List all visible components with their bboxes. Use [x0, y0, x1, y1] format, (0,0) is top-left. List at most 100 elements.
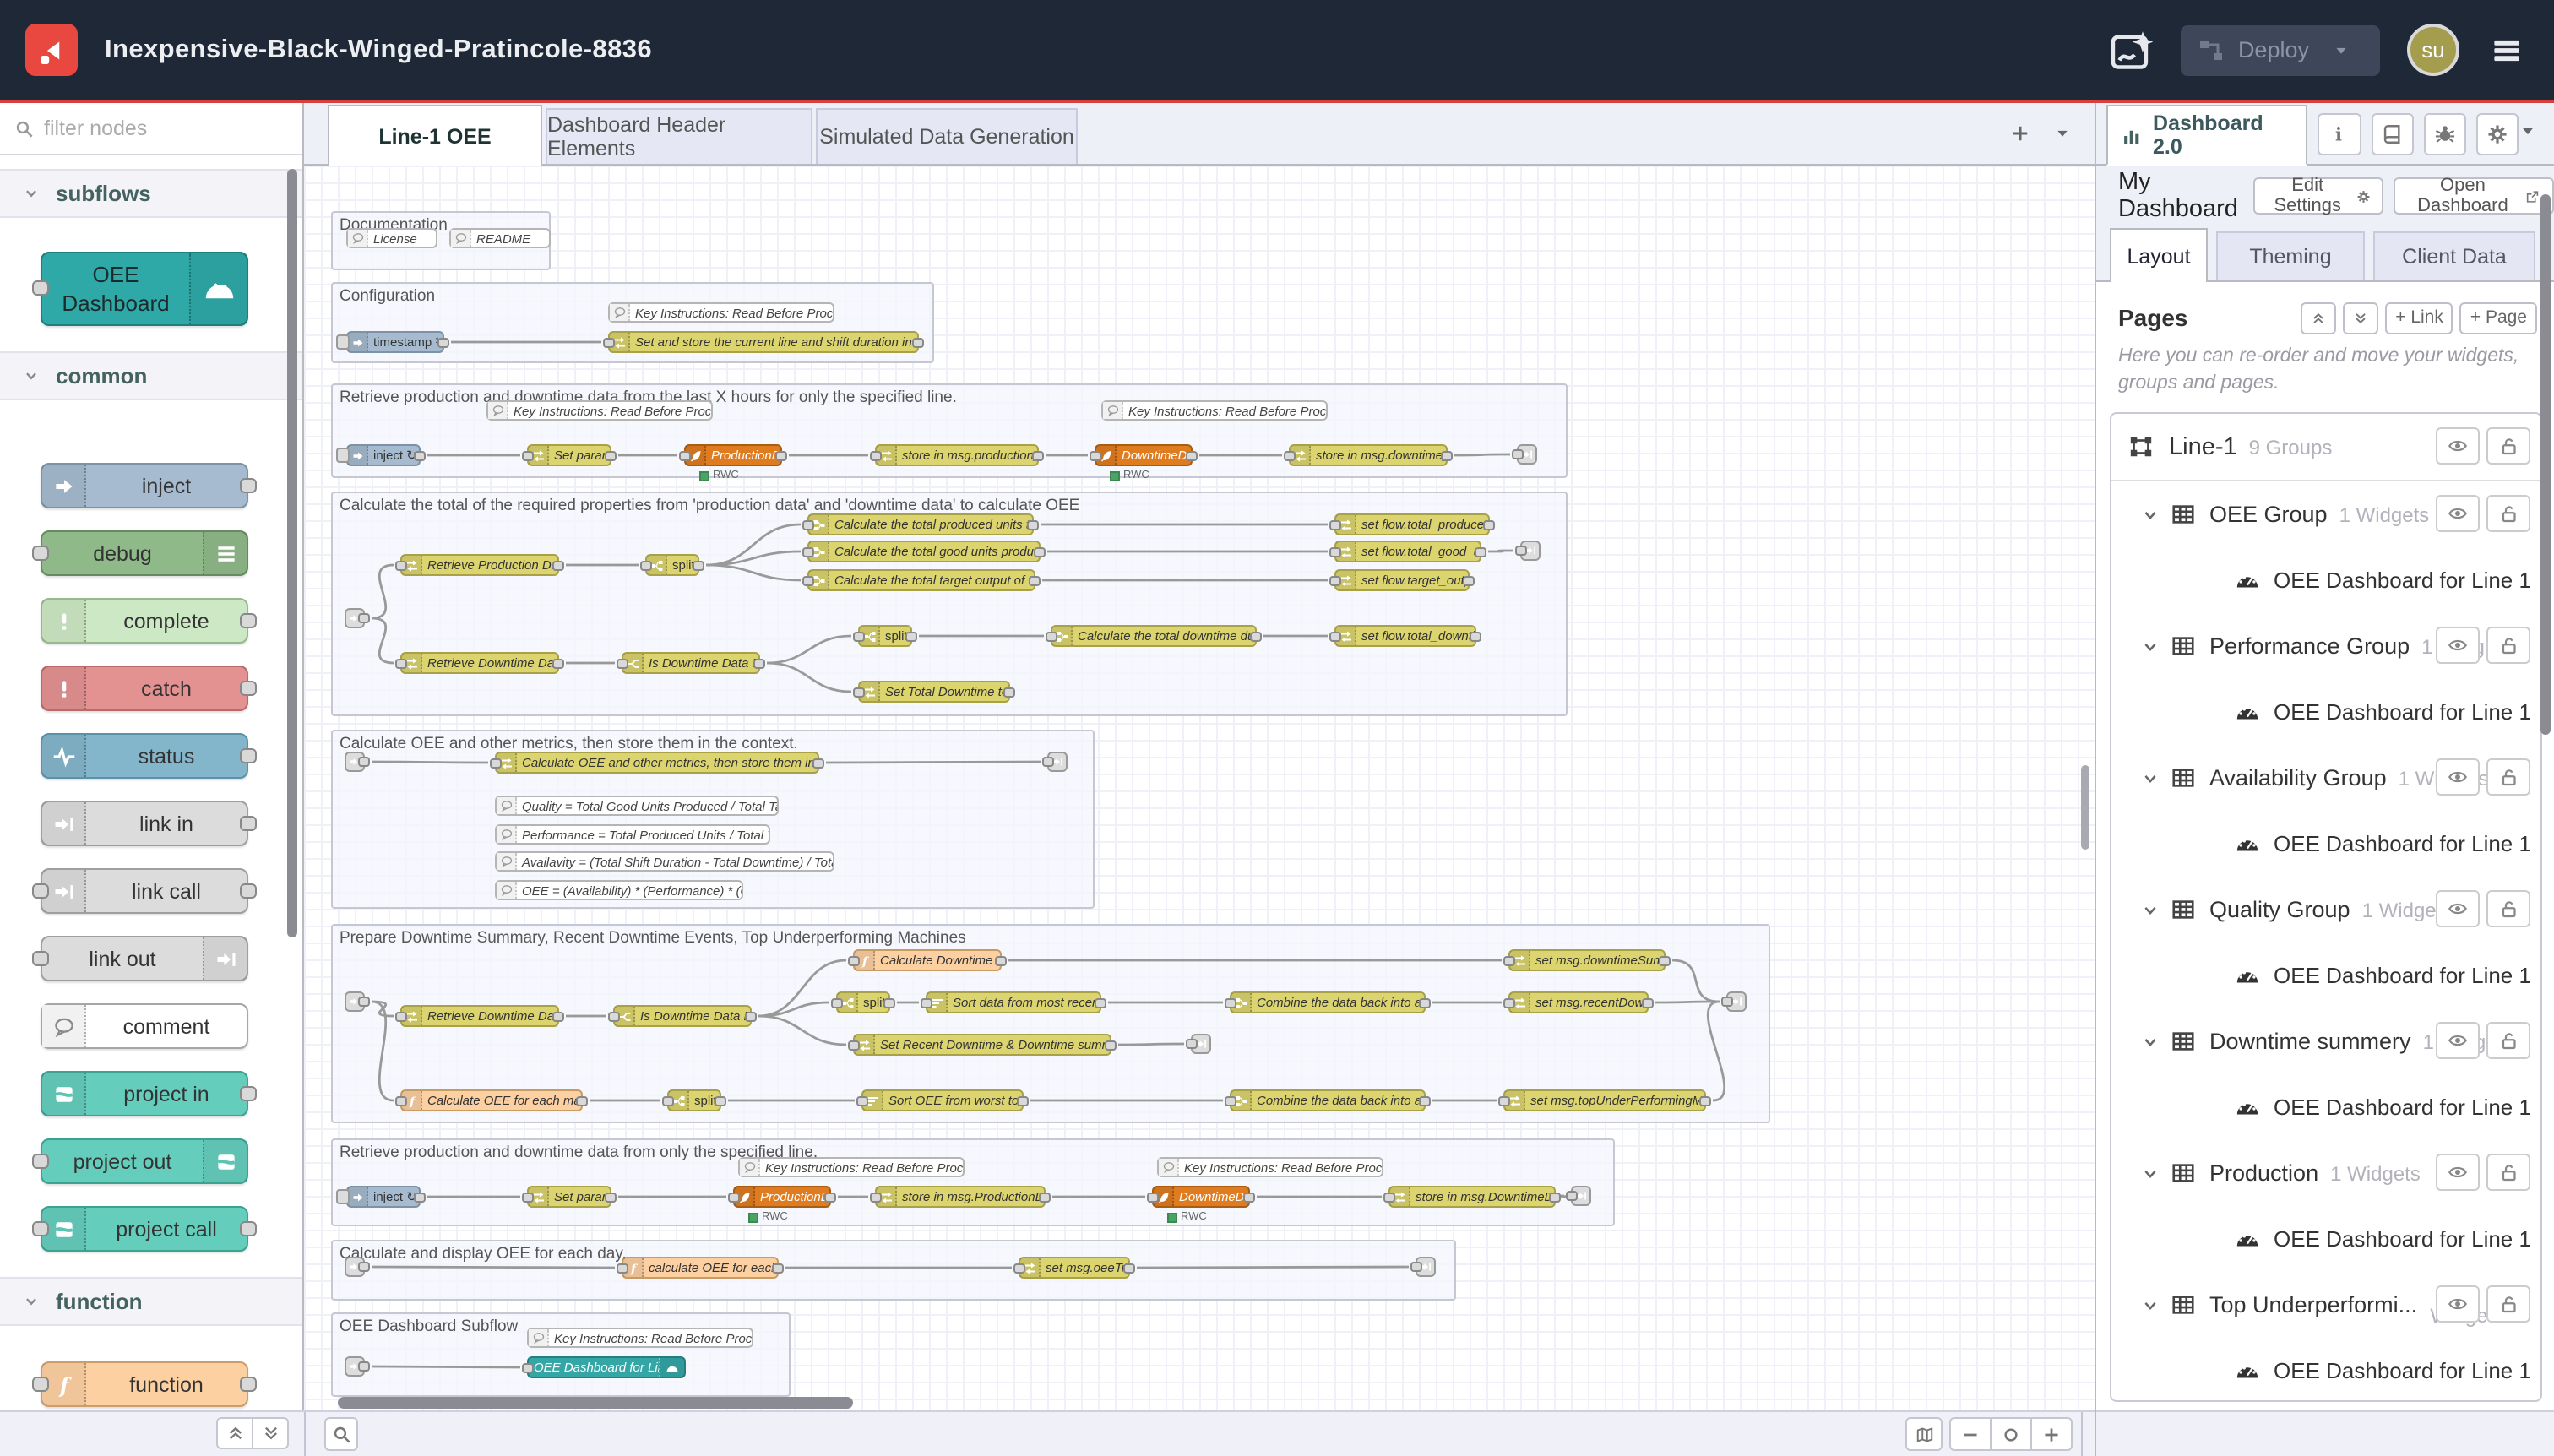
flow-node-dbfunc[interactable]: ProductionDataRWC — [733, 1186, 831, 1208]
node-output-port[interactable] — [1017, 1095, 1029, 1106]
node-input-port[interactable] — [1410, 1262, 1422, 1272]
deploy-caret-icon[interactable] — [2333, 41, 2350, 58]
node-output-port[interactable] — [1027, 519, 1039, 530]
sidebar-scrollbar[interactable] — [2540, 194, 2551, 735]
widget-row[interactable]: OEE Dashboard for Line 1 — [2111, 1074, 2540, 1140]
canvas-horizontal-scrollbar[interactable] — [338, 1397, 853, 1409]
flow-node-change[interactable]: set msg.recentDowntime — [1508, 991, 1649, 1013]
flow-node-function[interactable]: calculate OEE for each day — [622, 1257, 779, 1279]
chevron-down-icon[interactable] — [2142, 1033, 2159, 1050]
node-output-port[interactable] — [1029, 575, 1041, 585]
chevron-down-icon[interactable] — [2142, 638, 2159, 655]
flow-node-change[interactable]: Set Recent Downtime & Downtime summery t… — [853, 1034, 1111, 1056]
zoom-reset-button[interactable] — [1990, 1417, 2032, 1451]
flow-node-comment[interactable]: OEE = (Availability) * (Performance) * (… — [495, 880, 743, 900]
lock-button[interactable] — [2486, 1154, 2530, 1191]
palette-scrollbar[interactable] — [287, 169, 297, 937]
flow-node-split[interactable]: split — [858, 625, 912, 647]
node-port[interactable] — [240, 477, 257, 492]
widget-row[interactable]: OEE Dashboard for Line 1 — [2111, 1338, 2540, 1402]
flow-node-comment[interactable]: README — [449, 228, 551, 248]
flow-node-comment[interactable]: Quality = Total Good Units Produced / To… — [495, 796, 779, 816]
help-button[interactable] — [2371, 112, 2413, 155]
node-port[interactable] — [240, 815, 257, 830]
sidebar-tab-dashboard-2[interactable]: Dashboard 2.0 — [2106, 105, 2308, 166]
node-output-port[interactable] — [905, 631, 917, 641]
chevron-down-icon[interactable] — [2142, 901, 2159, 918]
node-output-port[interactable] — [1250, 631, 1262, 641]
flow-node-join[interactable]: Combine the data back into an array. — [1230, 991, 1426, 1013]
flow-node-sort[interactable]: Sort data from most recent to oldest — [926, 991, 1101, 1013]
flow-canvas[interactable]: DocumentationConfigurationRetrieve produ… — [304, 166, 2095, 1410]
widget-row[interactable]: OEE Dashboard for Line 1 — [2111, 943, 2540, 1008]
inject-run-button[interactable] — [336, 448, 350, 463]
chevron-down-icon[interactable] — [2142, 506, 2159, 523]
node-output-port[interactable] — [358, 1262, 370, 1272]
node-output-port[interactable] — [358, 997, 370, 1007]
flow-node-linkout[interactable] — [1047, 752, 1068, 772]
tab-theming[interactable]: Theming — [2216, 231, 2365, 280]
flow-node-comment[interactable]: Key Instructions: Read Before Proceeding — [527, 1328, 753, 1348]
node-output-port[interactable] — [552, 658, 564, 668]
palette-expand-button[interactable] — [252, 1417, 289, 1449]
visibility-button[interactable] — [2436, 427, 2480, 465]
flow-assistant-icon[interactable] — [2110, 28, 2154, 72]
add-page-button[interactable]: + Page — [2460, 302, 2537, 334]
group-row[interactable]: Downtime summery 1 Widgets — [2111, 1008, 2540, 1074]
node-output-port[interactable] — [1419, 997, 1431, 1008]
flow-node-change[interactable]: Calculate OEE and other metrics, then st… — [495, 752, 819, 774]
canvas-search-button[interactable] — [324, 1417, 358, 1451]
node-input-port[interactable] — [848, 955, 860, 965]
node-input-port[interactable] — [1284, 450, 1296, 460]
flow-node-switch[interactable]: Is Downtime Data Empty? — [622, 652, 760, 674]
node-port[interactable] — [240, 747, 257, 763]
node-output-port[interactable] — [772, 1263, 784, 1273]
palette-node-link-in[interactable]: link in — [41, 801, 248, 846]
flow-node-join[interactable]: Calculate the total good units produced … — [807, 541, 1041, 562]
node-input-port[interactable] — [728, 1192, 740, 1202]
node-input-port[interactable] — [870, 450, 882, 460]
node-output-port[interactable] — [745, 1011, 757, 1021]
flow-node-change[interactable]: Retrieve Production Data — [400, 554, 559, 576]
widget-row[interactable]: OEE Dashboard for Line 1 — [2111, 547, 2540, 613]
widget-row[interactable]: OEE Dashboard for Line 1 — [2111, 1206, 2540, 1272]
node-input-port[interactable] — [679, 450, 691, 460]
node-output-port[interactable] — [1034, 546, 1046, 557]
node-input-port[interactable] — [856, 1095, 868, 1106]
visibility-button[interactable] — [2436, 758, 2480, 796]
lock-button[interactable] — [2486, 1285, 2530, 1323]
node-input-port[interactable] — [522, 1362, 534, 1372]
node-input-port[interactable] — [1329, 631, 1341, 641]
flow-node-inject[interactable]: inject ↻ — [346, 444, 421, 466]
node-output-port[interactable] — [1549, 1192, 1561, 1202]
node-port[interactable] — [32, 545, 49, 560]
flow-node-inject[interactable]: inject ↻ — [346, 1186, 421, 1208]
node-input-port[interactable] — [921, 997, 932, 1008]
visibility-button[interactable] — [2436, 1285, 2480, 1323]
node-output-port[interactable] — [358, 1361, 370, 1372]
flow-node-change[interactable]: Set and store the current line and shift… — [608, 331, 919, 353]
flow-node-linkout[interactable] — [1191, 1034, 1211, 1054]
flow-node-dbfunc[interactable]: DowntimeDataRWC — [1152, 1186, 1250, 1208]
flow-node-change[interactable]: set flow.total_good_units — [1334, 541, 1481, 562]
group-row[interactable]: Top Underperformi... 1 Widgets — [2111, 1272, 2540, 1338]
flow-node-linkin[interactable] — [345, 1257, 365, 1277]
flow-node-change[interactable]: Set params — [527, 1186, 611, 1208]
palette-node-complete[interactable]: complete — [41, 598, 248, 644]
node-output-port[interactable] — [693, 560, 704, 570]
node-output-port[interactable] — [995, 955, 1007, 965]
node-input-port[interactable] — [395, 1095, 407, 1106]
node-input-port[interactable] — [1329, 575, 1341, 585]
node-input-port[interactable] — [802, 575, 814, 585]
lock-button[interactable] — [2486, 495, 2530, 532]
flow-node-linkin[interactable] — [345, 752, 365, 772]
node-output-port[interactable] — [1003, 687, 1015, 697]
node-output-port[interactable] — [552, 560, 564, 570]
flow-node-change[interactable]: set flow.total_downtime — [1334, 625, 1476, 647]
node-output-port[interactable] — [1470, 631, 1481, 641]
node-output-port[interactable] — [1441, 450, 1453, 460]
node-output-port[interactable] — [358, 613, 370, 623]
node-input-port[interactable] — [1503, 997, 1515, 1008]
node-output-port[interactable] — [1642, 997, 1654, 1008]
node-input-port[interactable] — [395, 1011, 407, 1021]
